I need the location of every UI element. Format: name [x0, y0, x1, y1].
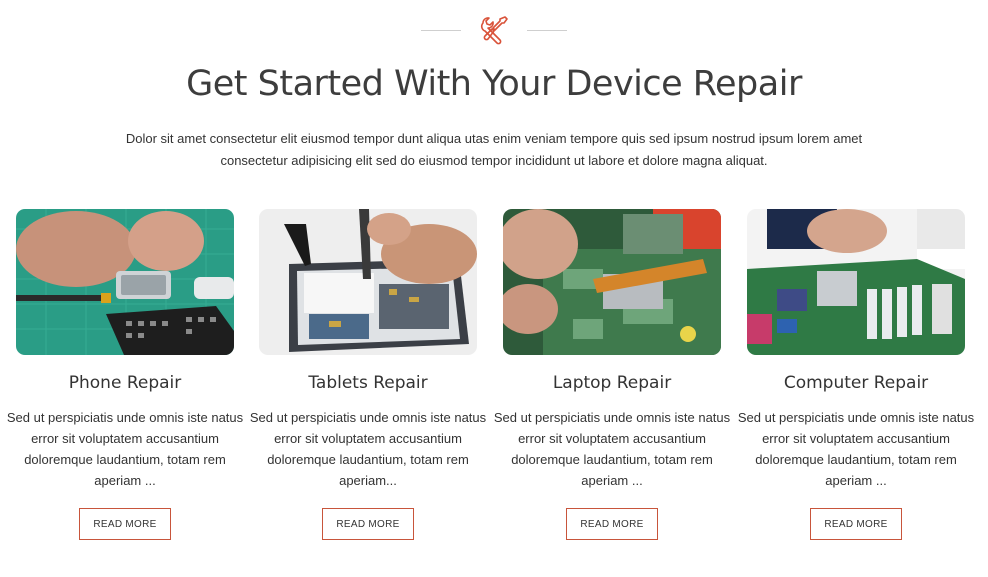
- service-card-phone: Phone Repair Sed ut perspiciatis unde om…: [7, 209, 243, 549]
- service-cards: Phone Repair Sed ut perspiciatis unde om…: [7, 209, 974, 549]
- service-card-computer: Computer Repair Sed ut perspiciatis unde…: [738, 209, 974, 549]
- card-description: Sed ut perspiciatis unde omnis iste natu…: [737, 410, 975, 488]
- service-card-tablet: Tablets Repair Sed ut perspiciatis unde …: [250, 209, 486, 549]
- ornament-line-right: [527, 29, 567, 31]
- read-more-button[interactable]: READ MORE: [322, 508, 414, 540]
- card-title: Phone Repair: [68, 373, 182, 393]
- read-more-button[interactable]: READ MORE: [79, 508, 171, 540]
- phone-repair-photo: [16, 209, 234, 355]
- card-title: Laptop Repair: [552, 373, 672, 393]
- card-description: Sed ut perspiciatis unde omnis iste natu…: [249, 410, 487, 488]
- service-card-laptop: Laptop Repair Sed ut perspiciatis unde o…: [494, 209, 730, 549]
- header-ornament: [0, 12, 988, 48]
- ornament-line-left: [421, 29, 461, 31]
- card-description: Sed ut perspiciatis unde omnis iste natu…: [6, 410, 244, 488]
- card-description: Sed ut perspiciatis unde omnis iste natu…: [493, 410, 731, 488]
- card-title: Computer Repair: [783, 373, 929, 393]
- page-title: Get Started With Your Device Repair: [186, 64, 802, 104]
- tablet-repair-photo: [259, 209, 477, 355]
- computer-repair-photo: [747, 209, 965, 355]
- intro-text: Dolor sit amet consectetur elit eiusmod …: [125, 131, 863, 168]
- card-title: Tablets Repair: [308, 373, 428, 393]
- tools-icon: [477, 13, 511, 47]
- read-more-button[interactable]: READ MORE: [566, 508, 658, 540]
- laptop-repair-photo: [503, 209, 721, 355]
- read-more-button[interactable]: READ MORE: [810, 508, 902, 540]
